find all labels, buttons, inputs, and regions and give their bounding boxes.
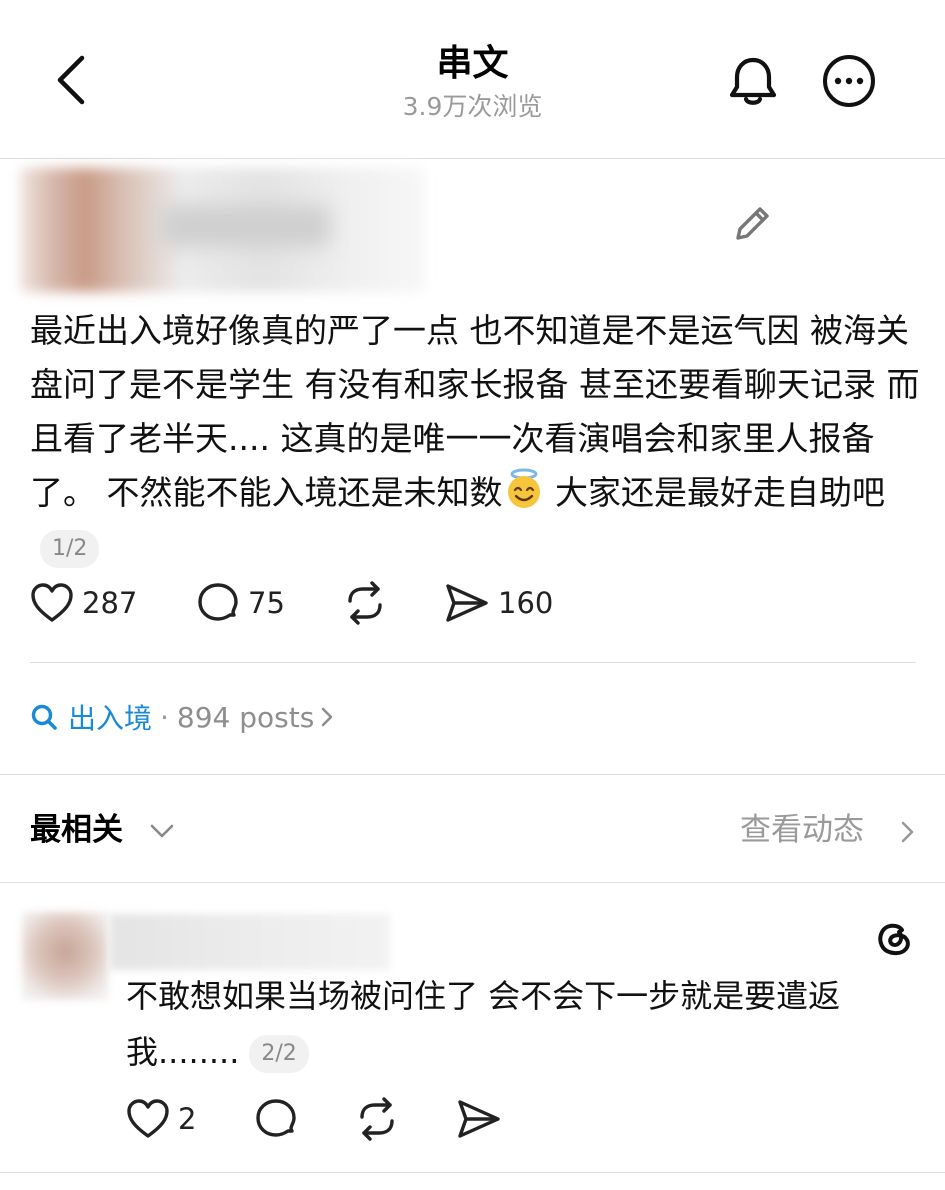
post-text-continued: 大家还是最好走自助吧: [544, 473, 885, 512]
comment-bubble-icon: [256, 1099, 296, 1137]
more-horizontal-icon: [823, 55, 875, 107]
sort-dropdown[interactable]: 最相关: [30, 808, 123, 852]
sort-dropdown-toggle[interactable]: [148, 818, 176, 844]
post-divider: [30, 662, 916, 663]
heart-icon: [31, 583, 73, 622]
chevron-right-icon: [901, 821, 914, 843]
reply-body: 不敢想如果当场被问住了 会不会下一步就是要遣返我........ 2/2: [126, 968, 906, 1080]
share-count: 160: [498, 586, 554, 620]
search-icon: [31, 704, 57, 730]
reply-text: 不敢想如果当场被问住了 会不会下一步就是要遣返我........: [126, 977, 841, 1071]
topic-post-count: 894 posts: [176, 700, 315, 734]
view-count: 3.9万次浏览: [402, 92, 543, 121]
post-body: 最近出入境好像真的严了一点 也不知道是不是运气因 被海关盘问了是不是学生 有没有…: [30, 304, 920, 574]
pencil-icon: [736, 207, 769, 240]
heart-icon: [127, 1099, 169, 1138]
comment-count: 75: [248, 586, 285, 620]
like-button[interactable]: 287: [30, 580, 137, 626]
reply-divider: [0, 1172, 945, 1173]
more-options-button[interactable]: [820, 52, 878, 110]
bell-icon: [729, 57, 777, 105]
tag-separator: ·: [160, 700, 169, 734]
header-divider: [0, 158, 945, 159]
reply-author-avatar[interactable]: [22, 912, 108, 1000]
send-icon: [458, 1100, 500, 1138]
threads-logo-icon: [872, 916, 916, 960]
chevron-down-icon: [150, 824, 174, 838]
edit-button[interactable]: [730, 200, 776, 246]
view-activity-link[interactable]: 查看动态: [740, 808, 864, 852]
notification-button[interactable]: [724, 52, 782, 110]
send-icon: [446, 584, 488, 622]
repost-icon: [360, 1097, 394, 1141]
reply-like-button[interactable]: 2: [126, 1096, 196, 1142]
reply-repost-button[interactable]: [354, 1096, 400, 1142]
comment-button[interactable]: 75: [196, 580, 285, 626]
chevron-right-icon: [322, 707, 333, 727]
view-activity-chevron[interactable]: [896, 818, 918, 846]
reply-share-button[interactable]: [456, 1096, 502, 1142]
sort-divider: [0, 882, 945, 883]
like-count: 287: [82, 586, 138, 620]
repost-button[interactable]: [342, 580, 388, 626]
share-button[interactable]: 160: [444, 580, 553, 626]
author-name[interactable]: [160, 205, 330, 247]
reply-comment-button[interactable]: [254, 1096, 298, 1142]
page-title: 串文: [436, 43, 509, 84]
thread-pager-badge: 1/2: [40, 529, 100, 568]
smiling-face-with-halo-icon: [507, 468, 540, 508]
repost-icon: [348, 581, 382, 625]
section-divider: [0, 774, 945, 775]
comment-bubble-icon: [198, 583, 238, 621]
reply-pager-badge: 2/2: [249, 1035, 309, 1073]
reply-like-count: 2: [178, 1102, 197, 1136]
topic-tag-link[interactable]: 出入境 · 894 posts: [30, 697, 336, 737]
topic-tag-name: 出入境: [68, 702, 153, 735]
reply-author-name[interactable]: [110, 914, 390, 970]
